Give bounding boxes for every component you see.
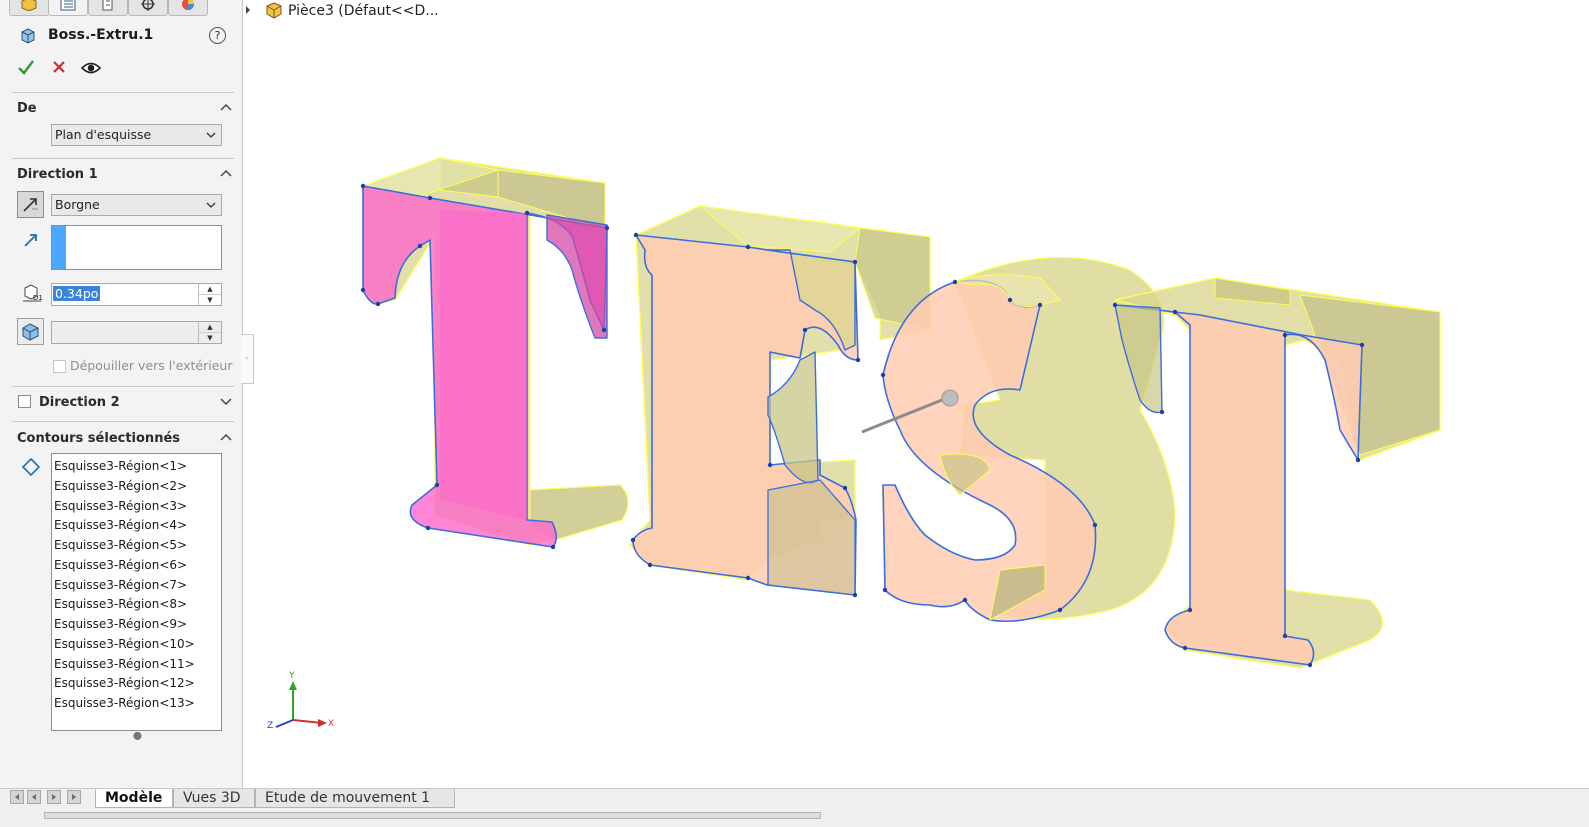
- last-tab-button[interactable]: [67, 790, 81, 804]
- first-tab-button[interactable]: [10, 790, 24, 804]
- x-axis-arrow-icon: [318, 719, 327, 727]
- axis-triad: Y X Z: [267, 671, 334, 731]
- bottom-tab-bar: Modèle Vues 3D Etude de mouvement 1: [0, 788, 1589, 827]
- prev-tab-button[interactable]: [27, 790, 41, 804]
- extruded-text-model[interactable]: Y X Z: [0, 0, 1589, 788]
- letter-t-left[interactable]: [362, 157, 629, 548]
- next-tab-button[interactable]: [47, 790, 61, 804]
- tab-motion-study[interactable]: Etude de mouvement 1: [255, 789, 455, 808]
- y-axis-arrow-icon: [289, 681, 297, 690]
- tab-3d-views[interactable]: Vues 3D: [173, 789, 255, 808]
- x-axis-label: X: [328, 719, 334, 729]
- y-axis-label: Y: [288, 671, 295, 681]
- horizontal-scrollbar[interactable]: [44, 812, 821, 819]
- tab-model[interactable]: Modèle: [95, 789, 173, 808]
- z-axis-label: Z: [267, 721, 273, 731]
